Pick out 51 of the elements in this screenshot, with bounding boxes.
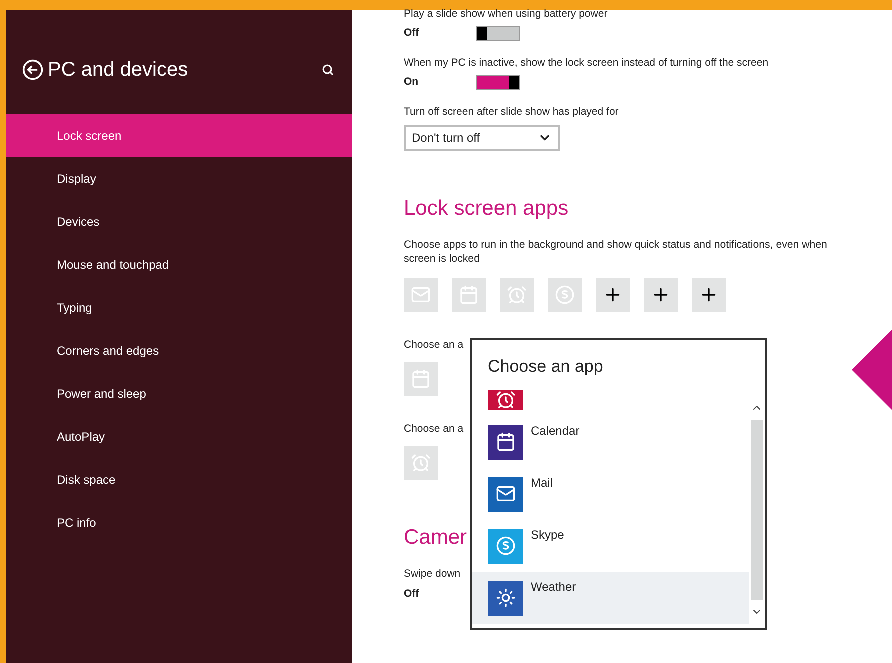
sidebar-item[interactable]: Display [6, 157, 352, 200]
toggle-switch[interactable] [476, 75, 520, 90]
section-heading: Lock screen apps [404, 196, 570, 222]
popup-title: Choose an app [488, 357, 604, 376]
sidebar-item[interactable]: Power and sleep [6, 372, 352, 415]
setting-label: Choose an a [404, 422, 464, 437]
toggle-switch[interactable] [476, 26, 520, 42]
add-app-button[interactable] [644, 278, 678, 312]
section-description: Choose apps to run in the background and show quick status and notifications, even when screen is locked [404, 238, 828, 266]
setting-label: Swipe down [404, 567, 461, 582]
sidebar-title: PC and devices [48, 58, 188, 83]
envelope-icon [496, 484, 516, 504]
toggle-state: Off [404, 586, 420, 602]
alarm-clock-icon [507, 285, 527, 305]
scrollbar-thumb[interactable] [751, 420, 763, 600]
letter-s-circle-icon [555, 285, 575, 305]
section-heading: Camer [404, 524, 468, 550]
toggle-state: Off [404, 26, 420, 41]
sidebar-item[interactable]: Lock screen [6, 114, 352, 157]
app-name: Mail [531, 475, 554, 492]
add-app-button[interactable] [596, 278, 630, 312]
calendar-icon [411, 368, 431, 389]
sidebar-item[interactable]: Mouse and touchpad [6, 243, 352, 286]
sidebar-item[interactable]: Disk space [6, 458, 352, 501]
setting-label: Turn off screen after slide show has played for [404, 104, 620, 118]
setting-label: Choose an a [404, 338, 464, 353]
envelope-icon [411, 285, 431, 305]
setting-label: When my PC is inactive, show the lock screen instead of turning off the screen [404, 56, 770, 70]
app-name: Weather [531, 579, 576, 596]
sidebar-item[interactable]: Devices [6, 200, 352, 243]
app-list-item[interactable]: Calendar [472, 416, 749, 468]
app-name: Calendar [531, 423, 580, 440]
app-list-item[interactable]: Mail [472, 468, 749, 520]
add-app-button[interactable] [692, 278, 726, 312]
calendar-icon [459, 285, 479, 305]
sidebar-item[interactable]: Typing [6, 286, 352, 329]
timeout-dropdown[interactable]: Don't turn off [404, 124, 560, 150]
toggle-state: On [404, 74, 420, 90]
sun-icon [496, 588, 516, 608]
sidebar-item[interactable]: Corners and edges [6, 329, 352, 372]
app-list-item[interactable]: Weather [472, 572, 749, 624]
app-list-item[interactable]: Skype [472, 520, 749, 572]
sidebar-item[interactable]: AutoPlay [6, 415, 352, 458]
letter-s-circle-icon [496, 536, 516, 556]
calendar-icon [496, 432, 516, 452]
app-name: Skype [531, 527, 564, 544]
search-icon[interactable] [322, 64, 334, 76]
alarm-clock-icon [411, 452, 431, 472]
setting-label: Play a slide show when using battery power [404, 7, 609, 21]
alarm-clock-icon [496, 390, 516, 410]
sidebar-item[interactable]: PC info [6, 501, 352, 544]
